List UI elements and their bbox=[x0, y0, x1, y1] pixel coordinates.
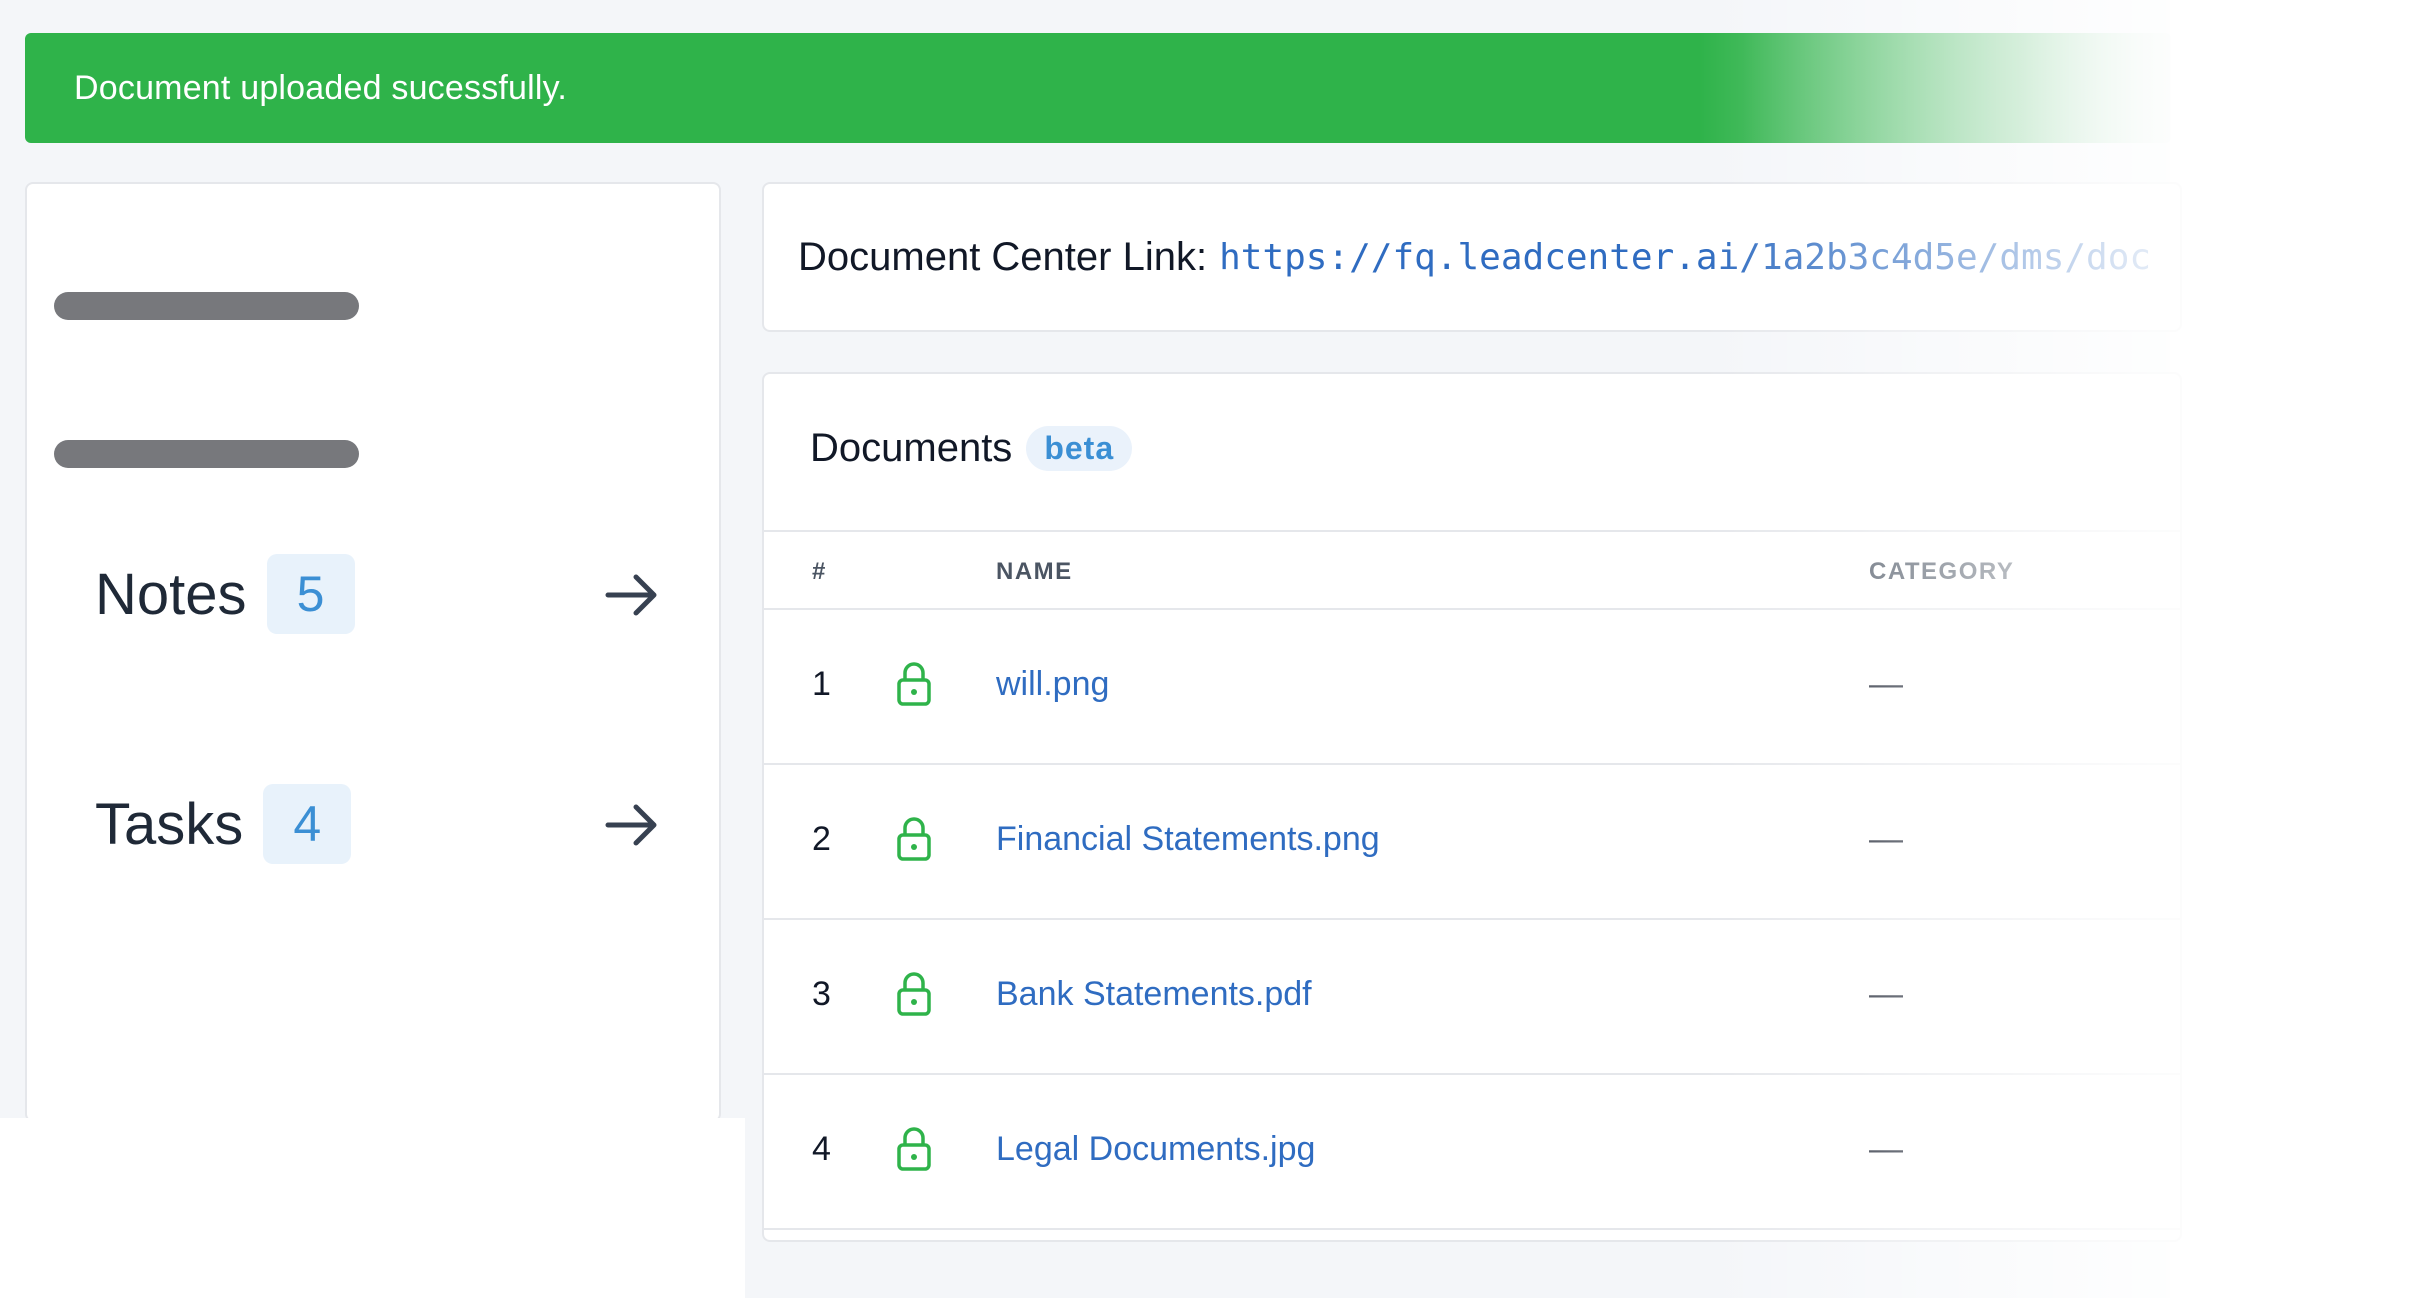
sidebar-item-notes[interactable]: Notes 5 bbox=[57, 529, 707, 659]
sidebar-item-label: Tasks bbox=[95, 791, 244, 857]
table-row[interactable]: 3 Bank Statements.pdf — bbox=[764, 920, 2180, 1075]
success-banner: Document uploaded sucessfully. bbox=[25, 33, 2171, 143]
document-center-link[interactable]: https://fq.leadcenter.ai/1a2b3c4d5e/dms/… bbox=[1219, 237, 2151, 278]
table-row[interactable]: 2 Financial Statements.png — bbox=[764, 765, 2180, 920]
lock-icon bbox=[897, 662, 931, 706]
table-header: # NAME CATEGORY bbox=[764, 530, 2180, 610]
lock-icon bbox=[897, 972, 931, 1016]
document-name-link[interactable]: Financial Statements.png bbox=[996, 820, 1380, 859]
document-center-link-card: Document Center Link: https://fq.leadcen… bbox=[762, 182, 2182, 332]
table-row[interactable]: 4 Legal Documents.jpg — bbox=[764, 1075, 2180, 1230]
documents-title: Documents bbox=[810, 426, 1013, 470]
sidebar-panel: Notes 5 Tasks 4 bbox=[25, 182, 721, 1122]
row-number: 2 bbox=[812, 820, 831, 858]
column-header-name[interactable]: NAME bbox=[996, 558, 1073, 586]
skeleton-placeholder bbox=[54, 440, 359, 468]
document-name-link[interactable]: will.png bbox=[996, 665, 1109, 704]
document-category: — bbox=[1869, 1130, 1903, 1168]
documents-header: Documents beta bbox=[810, 426, 1133, 471]
skeleton-placeholder bbox=[54, 292, 359, 320]
beta-badge: beta bbox=[1026, 426, 1133, 471]
arrow-right-icon[interactable] bbox=[602, 565, 662, 625]
count-badge: 4 bbox=[263, 784, 352, 864]
column-header-number: # bbox=[812, 558, 827, 585]
document-name-link[interactable]: Bank Statements.pdf bbox=[996, 975, 1312, 1014]
table-row[interactable]: 1 will.png — bbox=[764, 610, 2180, 765]
document-category: — bbox=[1869, 820, 1903, 858]
arrow-right-icon[interactable] bbox=[602, 795, 662, 855]
count-badge: 5 bbox=[266, 554, 355, 634]
row-number: 4 bbox=[812, 1130, 831, 1168]
document-category: — bbox=[1869, 975, 1903, 1013]
lock-icon bbox=[897, 817, 931, 861]
sidebar-item-tasks[interactable]: Tasks 4 bbox=[57, 759, 707, 889]
row-number: 1 bbox=[812, 665, 831, 703]
banner-message: Document uploaded sucessfully. bbox=[74, 68, 567, 107]
lock-icon bbox=[897, 1127, 931, 1171]
page-background bbox=[0, 1118, 745, 1298]
sidebar-item-label: Notes bbox=[95, 561, 247, 627]
document-name-link[interactable]: Legal Documents.jpg bbox=[996, 1130, 1315, 1169]
column-header-category[interactable]: CATEGORY bbox=[1869, 558, 2014, 586]
row-number: 3 bbox=[812, 975, 831, 1013]
documents-card: Documents beta # NAME CATEGORY 1 will.pn… bbox=[762, 372, 2182, 1242]
document-category: — bbox=[1869, 665, 1903, 703]
link-label: Document Center Link: bbox=[798, 234, 1208, 279]
